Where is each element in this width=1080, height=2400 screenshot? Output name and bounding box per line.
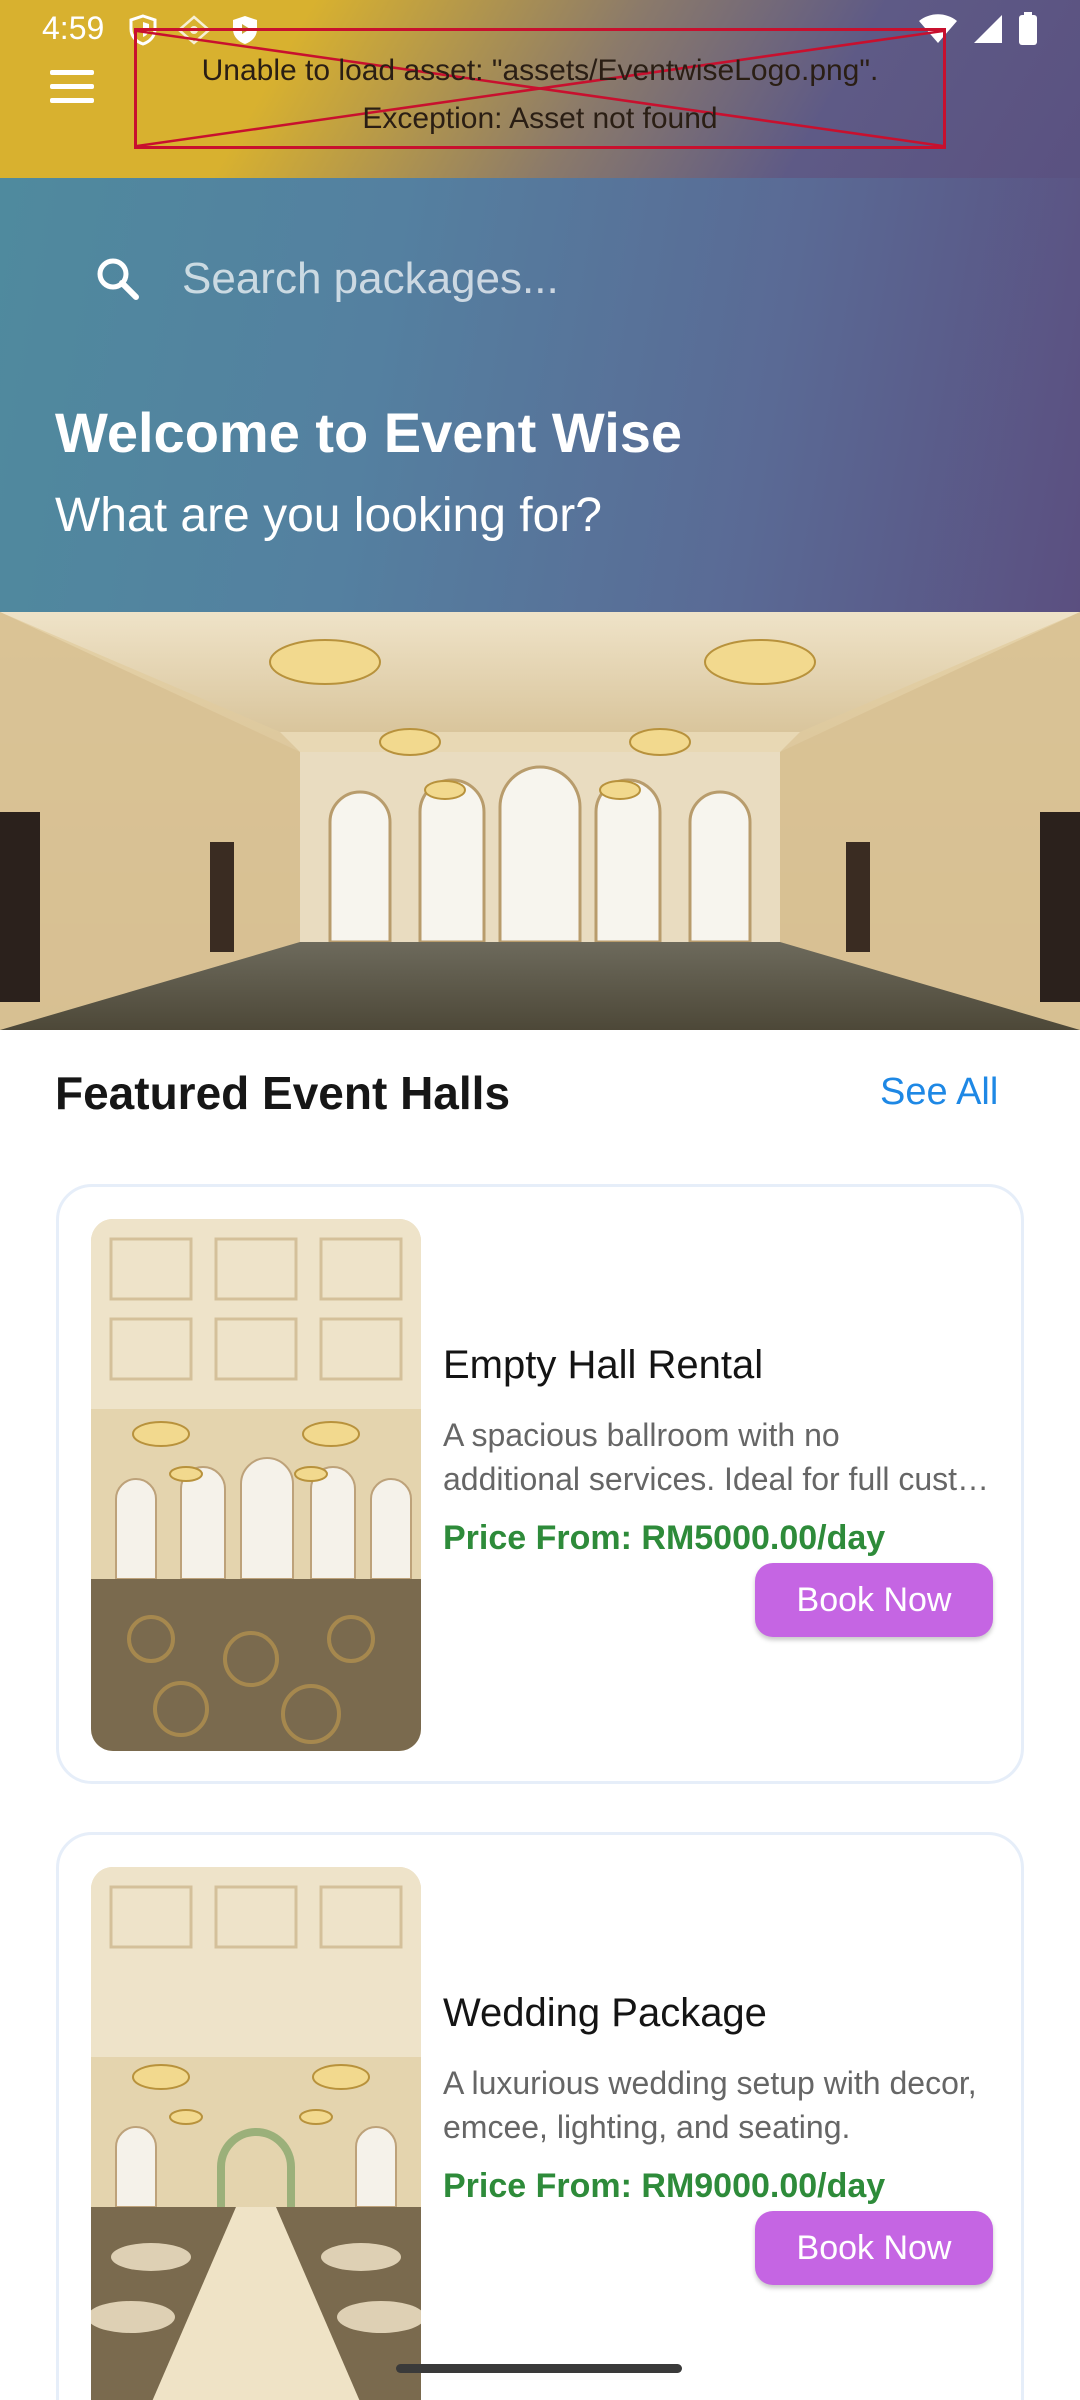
- section-title: Featured Event Halls: [55, 1067, 511, 1119]
- book-now-button[interactable]: Book Now: [755, 2211, 993, 2285]
- ballroom-illustration: [0, 612, 1080, 1030]
- signal-icon: [974, 15, 1002, 43]
- welcome-subtitle: What are you looking for?: [55, 489, 602, 542]
- hall-description-line: emcee, lighting, and seating.: [443, 2109, 851, 2145]
- status-time: 4:59: [42, 10, 105, 46]
- search-bar[interactable]: [60, 234, 1020, 324]
- logo-error-placeholder: Unable to load asset: "assets/EventwiseL…: [134, 28, 946, 149]
- hall-card[interactable]: Empty Hall Rental A spacious ballroom wi…: [56, 1184, 1024, 1784]
- logo-error-text: Unable to load asset: "assets/EventwiseL…: [137, 47, 943, 143]
- hall-image: [91, 1219, 421, 1751]
- hall-description-line: A luxurious wedding setup with decor,: [443, 2065, 977, 2101]
- search-input[interactable]: [182, 254, 942, 304]
- menu-bar: [50, 98, 94, 103]
- logo-error-line2: Exception: Asset not found: [362, 102, 718, 135]
- hall-price: Price From: RM9000.00/day: [443, 2167, 886, 2205]
- menu-bar: [50, 70, 94, 75]
- hall-description-line: additional services. Ideal for full cust…: [443, 1461, 1003, 1497]
- book-now-button[interactable]: Book Now: [755, 1563, 993, 1637]
- hall-description: A luxurious wedding setup with decor, em…: [443, 2061, 1003, 2149]
- search-icon: [97, 258, 139, 300]
- hall-description-line: A spacious ballroom with no: [443, 1417, 840, 1453]
- hall-title: Empty Hall Rental: [443, 1343, 764, 1387]
- menu-bar: [50, 84, 94, 89]
- hall-title: Wedding Package: [443, 1991, 767, 2035]
- hall-price: Price From: RM5000.00/day: [443, 1519, 886, 1557]
- menu-icon[interactable]: [44, 70, 100, 110]
- hall-card[interactable]: Wedding Package A luxurious wedding setu…: [56, 1832, 1024, 2400]
- logo-error-line1: Unable to load asset: "assets/EventwiseL…: [201, 54, 879, 87]
- hall-image: [91, 1867, 421, 2400]
- banner-image: [0, 612, 1080, 1030]
- see-all-link[interactable]: See All: [880, 1071, 998, 1114]
- battery-icon: [1019, 12, 1037, 45]
- ballroom-thumbnail: [91, 1219, 421, 1751]
- hall-description: A spacious ballroom with no additional s…: [443, 1413, 1003, 1501]
- welcome-title: Welcome to Event Wise: [55, 401, 683, 464]
- home-indicator[interactable]: [396, 2364, 682, 2373]
- wedding-thumbnail: [91, 1867, 421, 2400]
